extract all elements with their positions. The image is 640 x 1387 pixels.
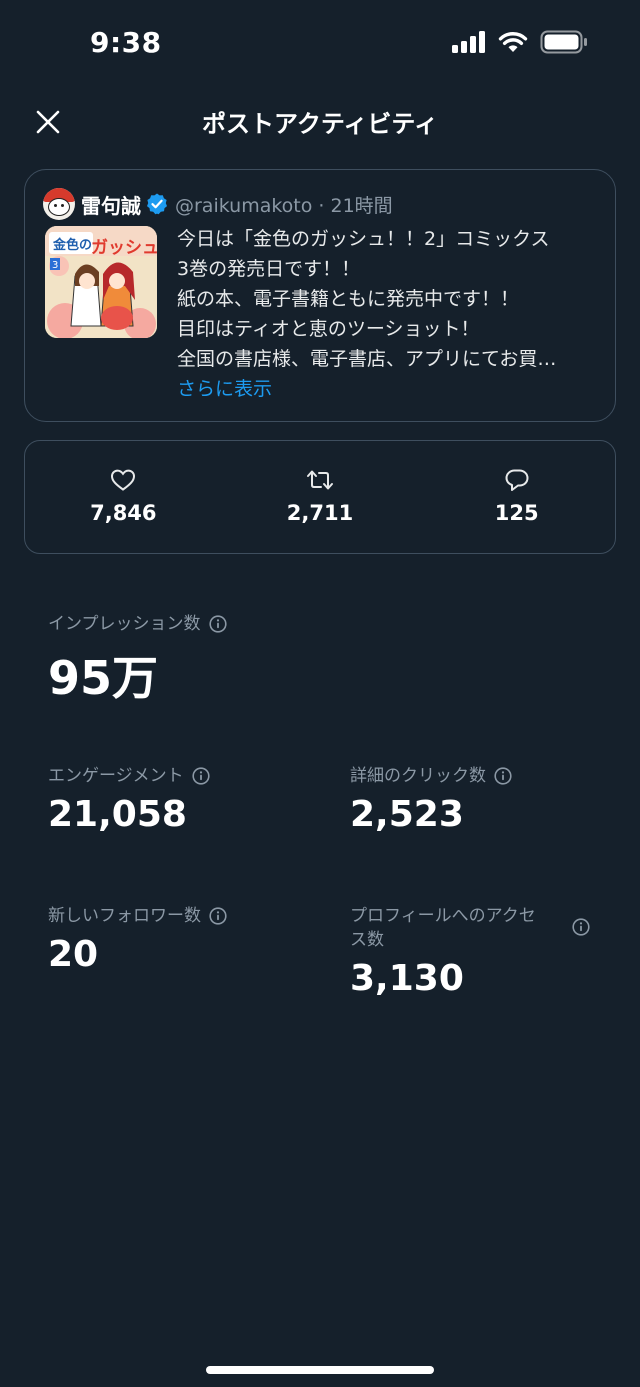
post-text: 今日は「金色のガッシュ！！2」コミックス 3巻の発売日です！！ 紙の本、電子書籍… <box>177 224 597 404</box>
author-name[interactable]: 雷句誠 <box>81 190 141 219</box>
status-icons <box>452 30 588 54</box>
engagements-info-icon[interactable] <box>192 767 210 785</box>
likes-stat[interactable]: 7,846 <box>25 441 222 553</box>
impressions-metric: インプレッション数 95万 <box>48 612 227 708</box>
post-text-line: 今日は「金色のガッシュ！！2」コミックス <box>177 228 550 250</box>
status-time: 9:38 <box>90 26 162 59</box>
thumb-title: ガッシュ!! <box>91 238 157 258</box>
wifi-icon <box>498 32 528 52</box>
engagements-value: 21,058 <box>48 794 187 835</box>
engagements-metric: エンゲージメント 21,058 <box>48 764 210 835</box>
author-handle-time: @raikumakoto · 21時間 <box>175 194 393 217</box>
detail-clicks-info-icon[interactable] <box>494 767 512 785</box>
post-card[interactable]: 雷句誠 @raikumakoto · 21時間 金色の ガッシュ!! 3 <box>24 169 616 422</box>
profile-visits-label: プロフィールへのアクセ <box>350 906 536 926</box>
engagements-label: エンゲージメント <box>48 766 184 786</box>
post-text-line: 3巻の発売日です！！ <box>177 258 361 280</box>
page-title: ポストアクティビティ <box>202 110 438 138</box>
status-bar: 9:38 <box>0 0 640 88</box>
post-header: 雷句誠 @raikumakoto · 21時間 <box>43 188 393 220</box>
detail-clicks-value: 2,523 <box>350 794 464 835</box>
impressions-value: 95万 <box>48 651 159 705</box>
reply-icon <box>505 469 529 491</box>
reposts-count: 2,711 <box>286 501 354 525</box>
reposts-stat[interactable]: 2,711 <box>222 441 419 553</box>
likes-count: 7,846 <box>90 501 157 525</box>
detail-clicks-metric: 詳細のクリック数 2,523 <box>350 764 512 835</box>
new-followers-value: 20 <box>48 934 99 975</box>
replies-stat[interactable]: 125 <box>418 441 615 553</box>
post-media-thumbnail[interactable]: 金色の ガッシュ!! 3 <box>45 226 157 338</box>
show-more-link[interactable]: さらに表示 <box>177 374 597 404</box>
cellular-signal-icon <box>452 31 485 53</box>
post-text-line: 紙の本、電子書籍ともに発売中です！！ <box>177 288 520 310</box>
new-followers-label: 新しいフォロワー数 <box>48 906 201 926</box>
detail-clicks-label: 詳細のクリック数 <box>350 766 486 786</box>
profile-visits-metric: プロフィールへのアクセ ス数 3,130 <box>350 904 600 999</box>
profile-visits-info-icon[interactable] <box>572 918 590 936</box>
home-indicator[interactable] <box>206 1366 434 1374</box>
post-text-line: 全国の書店様、電子書店、アプリにてお買… <box>177 348 557 370</box>
heart-icon <box>111 469 136 491</box>
verified-badge-icon <box>145 192 169 216</box>
nav-bar: ポストアクティビティ <box>0 88 640 154</box>
new-followers-metric: 新しいフォロワー数 20 <box>48 904 227 975</box>
svg-text:3: 3 <box>52 260 58 271</box>
battery-icon <box>540 30 587 54</box>
svg-text:金色の: 金色の <box>52 237 92 253</box>
repost-icon <box>307 470 333 490</box>
profile-visits-label-cont: ス数 <box>350 930 384 950</box>
post-text-line: 目印はティオと恵のツーショット！ <box>177 318 480 340</box>
replies-count: 125 <box>494 501 539 525</box>
profile-visits-value: 3,130 <box>350 958 464 999</box>
avatar[interactable] <box>43 188 75 220</box>
impressions-label: インプレッション数 <box>48 614 201 634</box>
new-followers-info-icon[interactable] <box>209 907 227 925</box>
impressions-info-icon[interactable] <box>208 615 227 633</box>
engagement-summary-card: 7,846 2,711 125 <box>24 440 616 554</box>
